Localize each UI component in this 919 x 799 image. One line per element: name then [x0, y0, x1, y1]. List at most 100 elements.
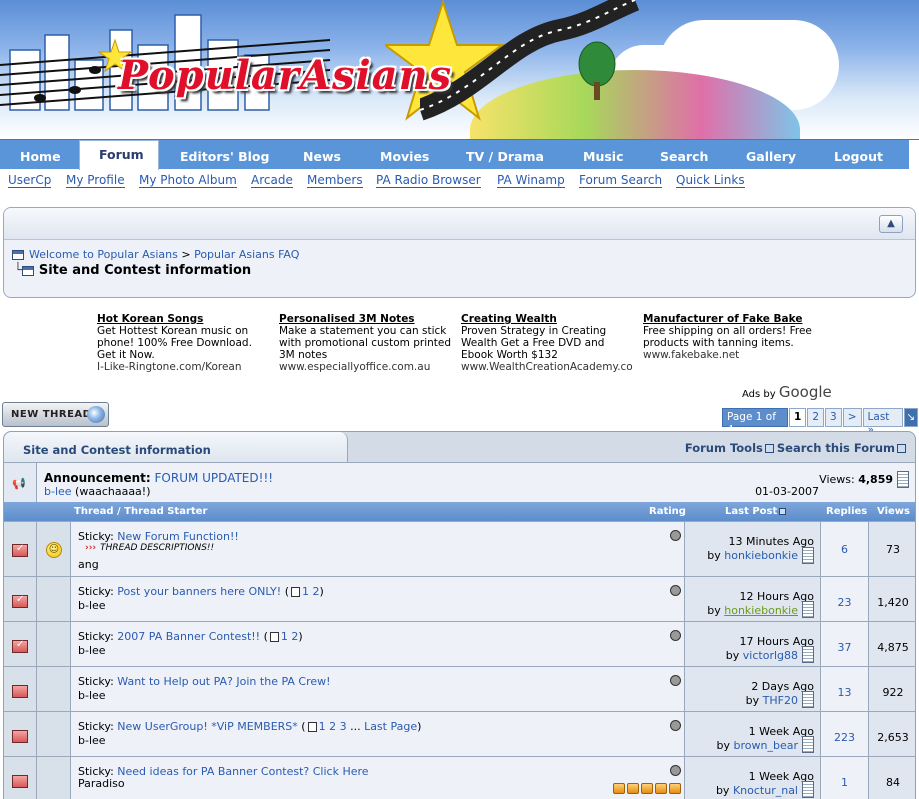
menu-dropdown-icon[interactable] [897, 444, 906, 453]
nav-movies[interactable]: Movies [380, 149, 429, 164]
replies-count[interactable]: 6 [821, 543, 868, 556]
thread-starter[interactable]: ang [78, 558, 99, 571]
goto-last-post-icon[interactable] [802, 601, 814, 618]
thread-last-page-link[interactable]: Last Page [364, 720, 417, 733]
thread-title-link[interactable]: New Forum Function!! [117, 530, 238, 543]
site-logo[interactable]: PopularAsians [118, 52, 452, 99]
subnav-my-photo-album[interactable]: My Photo Album [139, 174, 237, 188]
subnav-quick-links[interactable]: Quick Links [676, 174, 745, 188]
breadcrumb-link-faq[interactable]: Popular Asians FAQ [194, 248, 299, 261]
views-count: 1,420 [877, 596, 909, 609]
ad-title[interactable]: Hot Korean Songs [97, 313, 272, 325]
col-last-post[interactable]: Last Post [725, 506, 789, 517]
ad-url[interactable]: I-Like-Ringtone.com/Korean [97, 361, 272, 373]
thread-page-link[interactable]: 2 [291, 630, 298, 643]
ad-title[interactable]: Creating Wealth [461, 313, 636, 325]
nav-news[interactable]: News [303, 149, 341, 164]
last-poster-link[interactable]: victorlg88 [743, 649, 798, 662]
status-cell [4, 577, 37, 621]
announcement-link[interactable]: FORUM UPDATED!!! [155, 471, 274, 485]
new-thread-button[interactable]: NEW THREAD [2, 402, 109, 427]
nav-gallery[interactable]: Gallery [746, 149, 796, 164]
subnav-pa-radio-browser[interactable]: PA Radio Browser [376, 174, 481, 188]
thread-title-link[interactable]: 2007 PA Banner Contest!! [117, 630, 260, 643]
thread-page-link[interactable]: 1 [281, 630, 288, 643]
col-thread[interactable]: Thread / Thread Starter [74, 506, 207, 517]
ad-block[interactable]: Creating Wealth Proven Strategy in Creat… [461, 313, 636, 373]
next-page-link[interactable]: > [842, 408, 862, 427]
breadcrumb-link-home[interactable]: Welcome to Popular Asians [29, 248, 178, 261]
page-link[interactable]: 3 [825, 408, 842, 427]
subnav-members[interactable]: Members [307, 174, 363, 188]
goto-last-post-icon[interactable] [802, 691, 814, 708]
last-page-link[interactable]: Last » [862, 408, 903, 436]
thread-status-icon [12, 639, 28, 653]
page-title: └ Site and Contest information [14, 263, 252, 278]
multipage-icon [291, 587, 300, 597]
col-replies[interactable]: Replies [826, 506, 867, 517]
nav-editors-blog[interactable]: Editors' Blog [180, 149, 269, 164]
goto-last-post-icon[interactable] [802, 781, 814, 798]
replies-count[interactable]: 37 [821, 641, 868, 654]
subnav-pa-winamp[interactable]: PA Winamp [497, 174, 565, 188]
thread-starter[interactable]: b-lee [78, 689, 106, 702]
col-rating[interactable]: Rating [649, 506, 686, 517]
replies-count[interactable]: 13 [821, 686, 868, 699]
goto-last-post-icon[interactable] [802, 547, 814, 564]
collapse-icon[interactable]: ▲ [879, 215, 903, 233]
thread-title-link[interactable]: New UserGroup! *ViP MEMBERS* [117, 720, 297, 733]
search-forum-menu[interactable]: Search this Forum [777, 441, 895, 455]
ad-url[interactable]: www.especiallyoffice.com.au [279, 361, 454, 373]
thread-title-link[interactable]: Need ideas for PA Banner Contest? Click … [117, 765, 368, 778]
thread-starter[interactable]: Paradiso [78, 777, 125, 790]
goto-last-post-icon[interactable] [802, 646, 814, 663]
subnav-forum-search[interactable]: Forum Search [579, 174, 663, 188]
last-poster-link[interactable]: THF20 [763, 694, 798, 707]
replies-count[interactable]: 23 [821, 596, 868, 609]
thread-starter[interactable]: b-lee [78, 644, 106, 657]
replies-count[interactable]: 1 [821, 776, 868, 789]
page-jump-icon[interactable]: ↘ [903, 408, 918, 427]
ad-block[interactable]: Manufacturer of Fake Bake Free shipping … [643, 313, 818, 361]
thread-title-line: Sticky: Post your banners here ONLY! (1 … [78, 585, 324, 598]
nav-logout[interactable]: Logout [834, 149, 883, 164]
thread-starter[interactable]: b-lee [78, 734, 106, 747]
menu-dropdown-icon[interactable] [764, 444, 774, 453]
last-poster-link[interactable]: honkiebonkie [724, 549, 798, 562]
thread-page-link[interactable]: 1 [319, 720, 326, 733]
document-icon[interactable] [897, 471, 909, 488]
ad-title[interactable]: Personalised 3M Notes [279, 313, 454, 325]
replies-count[interactable]: 223 [821, 731, 868, 744]
subnav-arcade[interactable]: Arcade [251, 174, 293, 188]
ad-title[interactable]: Manufacturer of Fake Bake [643, 313, 818, 325]
ad-url[interactable]: www.WealthCreationAcademy.co [461, 361, 636, 373]
page-link[interactable]: 2 [807, 408, 825, 427]
thread-page-link[interactable]: 1 [302, 585, 309, 598]
nav-search[interactable]: Search [660, 149, 708, 164]
nav-home[interactable]: Home [20, 149, 61, 164]
ad-block[interactable]: Hot Korean Songs Get Hottest Korean musi… [97, 313, 272, 373]
ad-url[interactable]: www.fakebake.net [643, 349, 818, 361]
thread-page-link[interactable]: 2 [329, 720, 336, 733]
forum-tools-bar: Forum Tools Search this Forum [685, 441, 909, 455]
nav-music[interactable]: Music [583, 149, 623, 164]
announcement-poster-link[interactable]: b-lee [44, 485, 72, 498]
thread-title-link[interactable]: Post your banners here ONLY! [117, 585, 281, 598]
nav-tv-drama[interactable]: TV / Drama [466, 149, 544, 164]
thread-title-link[interactable]: Want to Help out PA? Join the PA Crew! [117, 675, 330, 688]
thread-starter[interactable]: b-lee [78, 599, 106, 612]
sticky-prefix: Sticky: [78, 720, 114, 733]
ads-by-google[interactable]: Ads by Google [742, 383, 832, 401]
forum-tools-menu[interactable]: Forum Tools [685, 441, 763, 455]
subnav-usercp[interactable]: UserCp [8, 174, 52, 188]
goto-last-post-icon[interactable] [802, 736, 814, 753]
thread-page-link[interactable]: 2 [313, 585, 320, 598]
subnav-my-profile[interactable]: My Profile [66, 174, 125, 188]
ad-block[interactable]: Personalised 3M Notes Make a statement y… [279, 313, 454, 373]
col-views[interactable]: Views [877, 506, 910, 517]
thread-page-link[interactable]: 3 [340, 720, 347, 733]
last-poster-link[interactable]: brown_bear [734, 739, 798, 752]
last-poster-link[interactable]: honkiebonkie [724, 604, 798, 617]
last-poster-link[interactable]: Knoctur_nal [733, 784, 798, 797]
nav-forum[interactable]: Forum [79, 140, 159, 170]
